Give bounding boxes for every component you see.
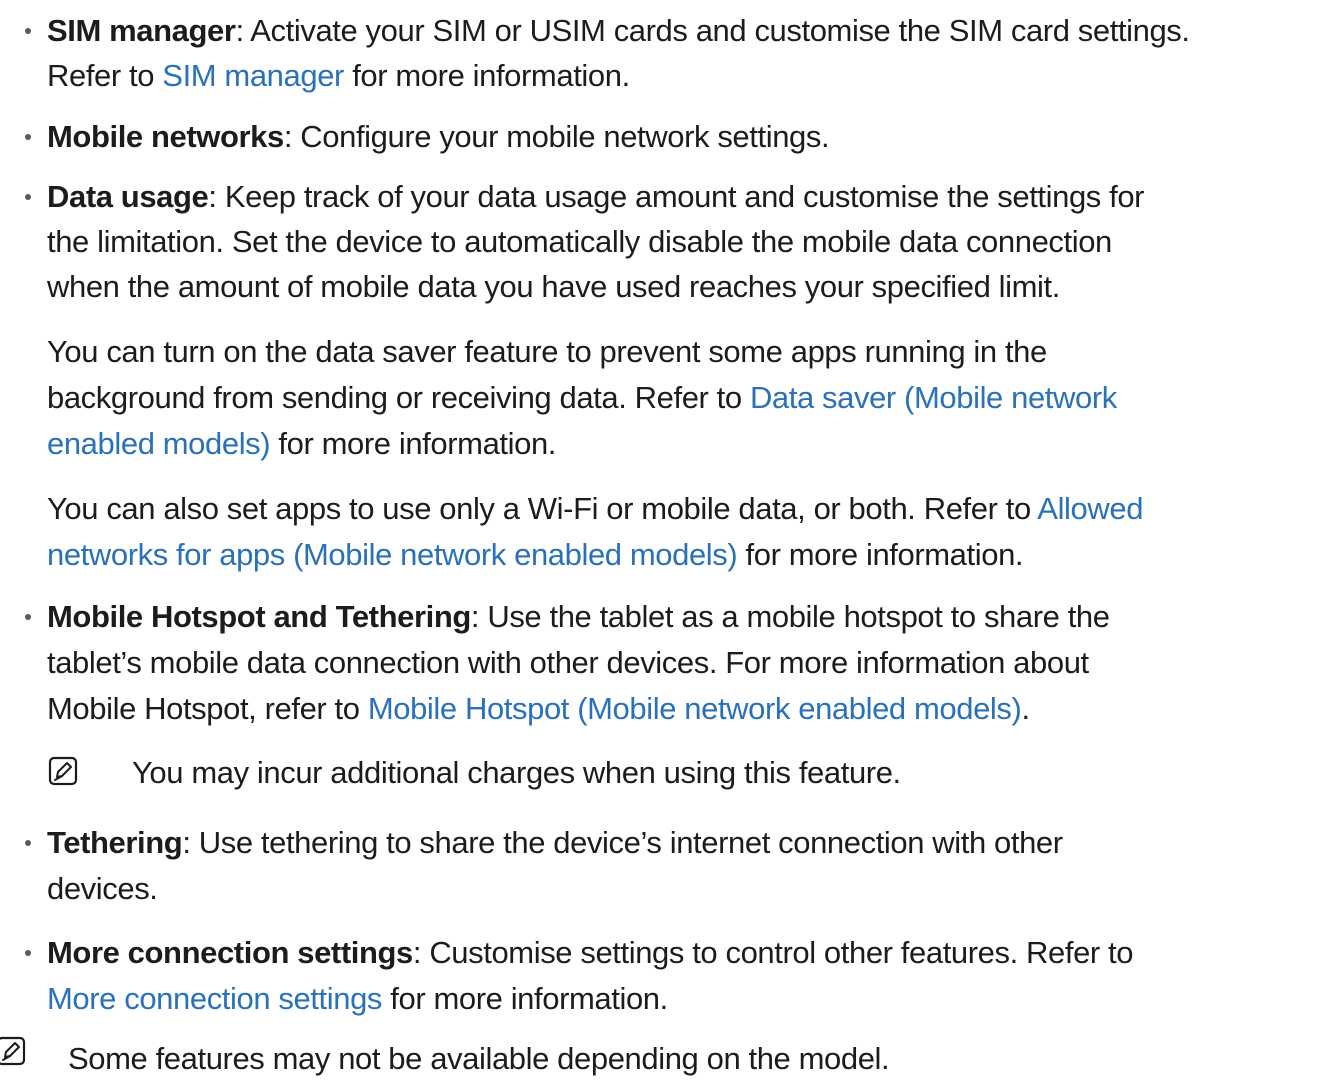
bullet — [18, 176, 38, 217]
text-fragment: : Use the tablet as a mobile hotspot to … — [470, 599, 1110, 634]
link-sim-manager[interactable]: SIM manager — [162, 58, 344, 93]
text-line: the limitation. Set the device to automa… — [47, 224, 1112, 259]
text-line: You can turn on the data saver feature t… — [47, 334, 1047, 369]
bullet — [18, 596, 38, 637]
text-fragment: : Use tethering to share the device’s in… — [182, 825, 1063, 860]
note-icon — [48, 756, 78, 786]
term-more-connection-settings: More connection settings — [47, 935, 413, 970]
bullet — [18, 932, 38, 973]
term-mobile-networks: Mobile networks — [47, 119, 284, 154]
link-more-connection-settings[interactable]: More connection settings — [47, 981, 382, 1016]
term-tethering: Tethering — [47, 825, 183, 860]
term-mobile-hotspot: Mobile Hotspot and Tethering — [47, 599, 471, 634]
text-fragment: You can also set apps to use only a Wi-F… — [47, 491, 1038, 526]
text-fragment: : Customise settings to control other fe… — [412, 935, 1134, 970]
text-fragment: . — [1021, 691, 1030, 726]
desc-sim-manager: : Activate your SIM or USIM cards and cu… — [235, 13, 1190, 48]
text-fragment: for more information. — [343, 58, 630, 93]
text-fragment: Mobile Hotspot, refer to — [47, 691, 368, 726]
term-sim-manager: SIM manager — [47, 13, 236, 48]
bullet — [18, 822, 38, 863]
text-fragment: : Keep track of your data usage amount a… — [208, 179, 1145, 214]
text-fragment: background from sending or receiving dat… — [47, 380, 750, 415]
term-data-usage: Data usage — [47, 179, 209, 214]
link-allowed-networks-cont[interactable]: networks for apps (Mobile network enable… — [47, 537, 738, 572]
text-fragment: Refer to — [47, 58, 163, 93]
link-allowed-networks[interactable]: Allowed — [1037, 491, 1143, 526]
text-fragment: for more information. — [270, 426, 557, 461]
text-fragment: for more information. — [382, 981, 668, 1016]
text-line: when the amount of mobile data you have … — [47, 269, 1060, 304]
manual-page: SIM manager: Activate your SIM or USIM c… — [0, 0, 1325, 1084]
text-fragment: for more information. — [737, 537, 1024, 572]
footer-note-text: Some features may not be available depen… — [68, 1041, 890, 1076]
bullet — [18, 116, 38, 157]
link-data-saver-cont[interactable]: enabled models) — [47, 426, 271, 461]
bullet — [18, 10, 38, 51]
note-text-hotspot: You may incur additional charges when us… — [132, 755, 901, 790]
text-line: devices. — [47, 871, 158, 906]
link-mobile-hotspot[interactable]: Mobile Hotspot (Mobile network enabled m… — [368, 691, 1022, 726]
text-line: tablet’s mobile data connection with oth… — [47, 645, 1089, 680]
note-icon — [0, 1036, 26, 1066]
desc-mobile-networks: : Configure your mobile network settings… — [283, 119, 830, 154]
link-data-saver[interactable]: Data saver (Mobile network — [750, 380, 1117, 415]
